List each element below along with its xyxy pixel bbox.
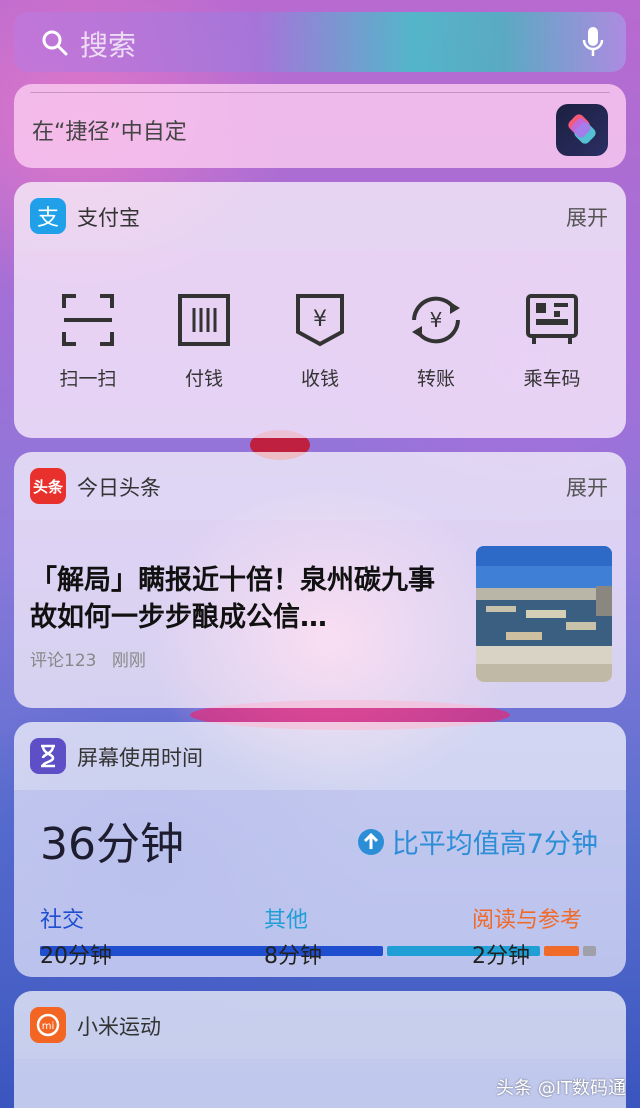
alipay-scan-button[interactable]: 扫一扫 — [33, 292, 143, 391]
toutiao-header: 头条 今日头条 展开 — [14, 452, 626, 520]
alipay-header: 支 支付宝 展开 — [14, 182, 626, 250]
alipay-pay-button[interactable]: 付钱 — [149, 292, 259, 391]
category-name: 其他 — [264, 908, 309, 933]
toutiao-expand-button[interactable]: 展开 — [566, 472, 608, 502]
alipay-transfer-button[interactable]: ¥ 转账 — [381, 292, 491, 391]
svg-text:¥: ¥ — [430, 308, 443, 332]
alipay-widget: 支 支付宝 展开 扫一扫 付钱 ¥ 收钱 ¥ 转账 乘车码 — [14, 182, 626, 438]
mi-fit-app-icon: mi — [30, 1007, 66, 1043]
screen-time-total: 36分钟 — [40, 819, 184, 870]
transit-code-icon — [526, 294, 578, 344]
alipay-app-icon[interactable]: 支 — [30, 198, 66, 234]
shortcuts-customize-text: 在“捷径”中自定 — [32, 120, 187, 145]
screen-time-title: 屏幕使用时间 — [77, 746, 203, 770]
category-value: 20分钟 — [40, 944, 112, 969]
news-meta: 评论123 刚刚 — [30, 646, 156, 671]
receive-icon: ¥ — [296, 294, 344, 347]
category-other: 其他 8分钟 — [264, 902, 322, 970]
search-placeholder: 搜索 — [80, 29, 137, 62]
toutiao-title: 今日头条 — [77, 476, 161, 500]
toutiao-news-item[interactable]: 「解局」瞒报近十倍！泉州碳九事故如何一步步酿成公信… 评论123 刚刚 — [14, 520, 626, 708]
toutiao-logo-text: 头条 — [32, 477, 63, 496]
alipay-transit-code-button[interactable]: 乘车码 — [497, 292, 607, 391]
scan-icon — [62, 294, 114, 346]
alipay-actions: 扫一扫 付钱 ¥ 收钱 ¥ 转账 乘车码 — [14, 250, 626, 438]
svg-text:¥: ¥ — [313, 307, 327, 332]
alipay-action-label: 乘车码 — [523, 368, 581, 390]
divider — [30, 92, 610, 93]
search-bar[interactable]: 搜索 — [14, 12, 626, 72]
mi-fit-header: mi 小米运动 — [14, 991, 626, 1059]
news-time: 刚刚 — [111, 651, 146, 671]
alipay-action-label: 转账 — [416, 368, 455, 390]
screen-time-delta-text: 比平均值高7分钟 — [391, 829, 598, 860]
alipay-expand-button[interactable]: 展开 — [566, 202, 608, 232]
alipay-title: 支付宝 — [77, 206, 140, 230]
category-name: 社交 — [40, 908, 85, 933]
alipay-receive-button[interactable]: ¥ 收钱 — [265, 292, 375, 391]
shortcuts-app-icon[interactable] — [556, 104, 608, 156]
screen-time-widget[interactable]: 屏幕使用时间 36分钟 比平均值高7分钟 社交 20分钟 其他 8分钟 阅读与参… — [14, 722, 626, 977]
arrow-up-icon — [357, 828, 384, 855]
alipay-action-label: 收钱 — [300, 368, 339, 390]
category-name: 阅读与参考 — [472, 908, 583, 933]
svg-text:mi: mi — [42, 1021, 55, 1032]
category-reading: 阅读与参考 2分钟 — [472, 902, 582, 970]
watermark: 头条 @IT数码通 — [495, 1078, 626, 1099]
alipay-action-label: 付钱 — [184, 368, 223, 390]
transfer-icon: ¥ — [412, 296, 460, 344]
shortcuts-customize-card[interactable]: 在“捷径”中自定 — [14, 84, 626, 168]
svg-text:支: 支 — [37, 206, 59, 231]
alipay-action-label: 扫一扫 — [59, 368, 117, 390]
screen-time-app-icon — [30, 738, 66, 774]
category-social: 社交 20分钟 — [40, 902, 112, 970]
news-comment-count: 评论123 — [30, 651, 97, 671]
usage-bar-segment — [583, 946, 596, 956]
mi-fit-title: 小米运动 — [77, 1015, 161, 1039]
category-value: 2分钟 — [472, 944, 530, 969]
news-thumbnail-image[interactable] — [476, 546, 612, 682]
toutiao-app-icon[interactable]: 头条 — [30, 468, 66, 504]
toutiao-widget: 头条 今日头条 展开 「解局」瞒报近十倍！泉州碳九事故如何一步步酿成公信… 评论… — [14, 452, 626, 708]
news-headline[interactable]: 「解局」瞒报近十倍！泉州碳九事故如何一步步酿成公信… — [30, 562, 450, 636]
category-value: 8分钟 — [264, 944, 322, 969]
pay-icon — [178, 294, 230, 346]
screen-time-header: 屏幕使用时间 — [14, 722, 626, 790]
screen-time-delta: 比平均值高7分钟 — [357, 822, 598, 861]
microphone-icon[interactable] — [582, 26, 604, 58]
search-icon — [42, 30, 68, 56]
